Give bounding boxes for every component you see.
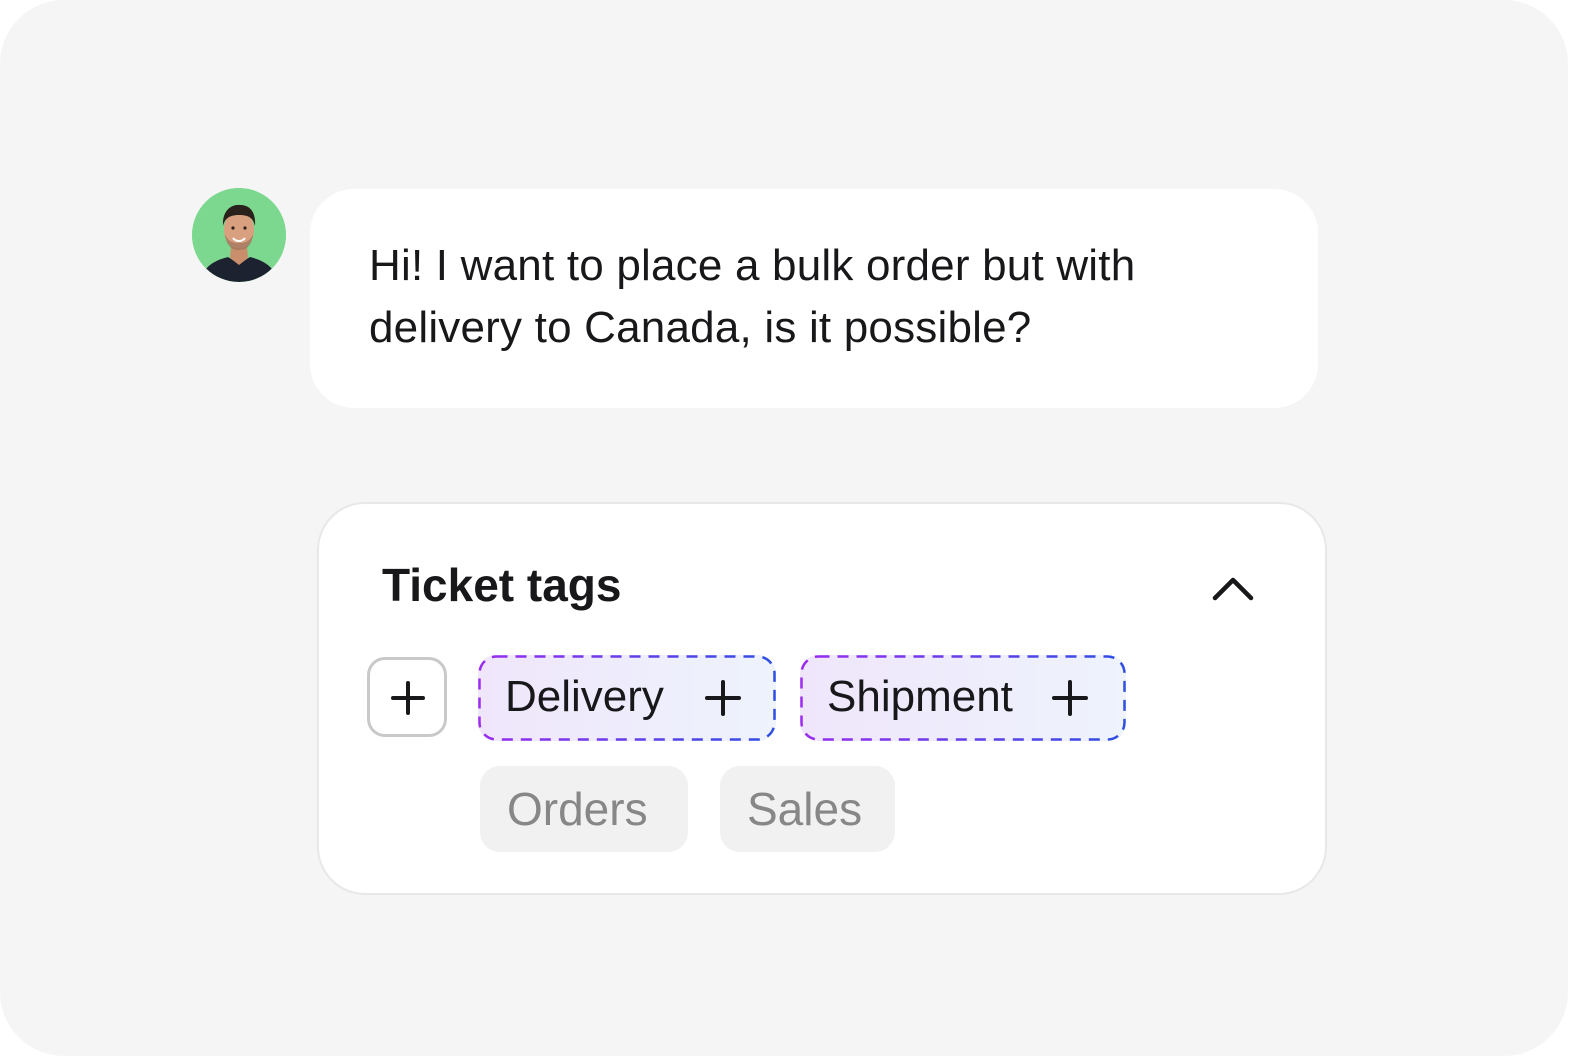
app-canvas: Hi! I want to place a bulk order but wit… bbox=[0, 0, 1568, 1056]
suggested-tag-label: Shipment bbox=[827, 672, 1013, 721]
ticket-tags-panel: Ticket tags Delivery Shipment Orders Sal… bbox=[317, 502, 1327, 895]
suggested-tag-delivery[interactable]: Delivery bbox=[478, 655, 776, 741]
tag-sales[interactable]: Sales bbox=[720, 766, 895, 852]
plus-icon bbox=[1052, 680, 1088, 716]
plus-icon bbox=[705, 680, 741, 716]
suggested-tag-label: Delivery bbox=[505, 672, 664, 721]
tag-label: Orders bbox=[507, 783, 648, 835]
chat-message-text: Hi! I want to place a bulk order but wit… bbox=[369, 241, 1136, 352]
user-avatar-icon bbox=[192, 188, 286, 282]
chevron-up-icon[interactable] bbox=[1209, 566, 1257, 606]
add-tag-button[interactable] bbox=[367, 657, 447, 737]
tag-label: Sales bbox=[747, 783, 863, 835]
plus-icon bbox=[391, 681, 425, 715]
chat-message-bubble: Hi! I want to place a bulk order but wit… bbox=[310, 189, 1318, 408]
tag-orders[interactable]: Orders bbox=[480, 766, 688, 852]
suggested-tag-shipment[interactable]: Shipment bbox=[800, 655, 1126, 741]
ticket-tags-title: Ticket tags bbox=[382, 559, 622, 611]
